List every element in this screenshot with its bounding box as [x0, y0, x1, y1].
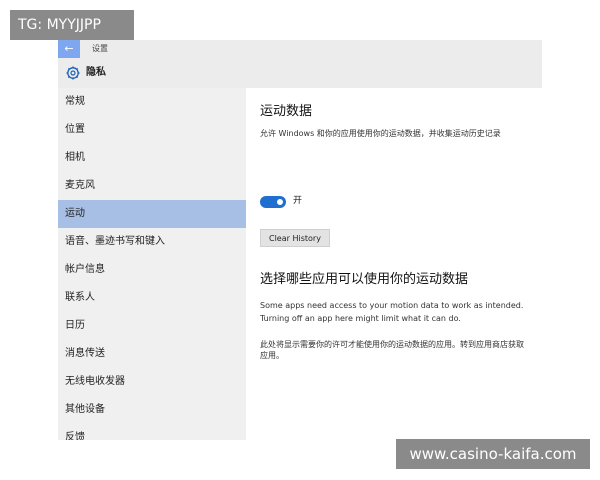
sidebar-item-motion[interactable]: 运动	[58, 200, 246, 228]
sidebar-item-other-devices[interactable]: 其他设备	[58, 396, 246, 424]
back-button[interactable]: ←	[58, 40, 80, 58]
section-title-choose-apps: 选择哪些应用可以使用你的运动数据	[260, 272, 469, 287]
sidebar: 常规 位置 相机 麦克风 运动 语音、墨迹书写和键入 帐户信息 联系人 日历 消…	[58, 88, 246, 440]
toggle-state-label: 开	[293, 196, 303, 206]
sidebar-item-feedback[interactable]: 反馈	[58, 424, 246, 440]
motion-data-toggle[interactable]	[260, 196, 286, 208]
sidebar-item-account-info[interactable]: 帐户信息	[58, 256, 246, 284]
window-title: 设置	[92, 44, 108, 53]
sidebar-item-contacts[interactable]: 联系人	[58, 284, 246, 312]
sidebar-item-location[interactable]: 位置	[58, 116, 246, 144]
page-header: 隐私	[58, 58, 542, 88]
watermark-bottom-right: www.casino-kaifa.com	[396, 439, 590, 469]
clear-history-button[interactable]: Clear History	[260, 229, 330, 247]
gear-icon	[66, 66, 80, 80]
sidebar-item-radios[interactable]: 无线电收发器	[58, 368, 246, 396]
arrow-left-icon: ←	[64, 42, 74, 55]
sidebar-item-calendar[interactable]: 日历	[58, 312, 246, 340]
settings-window: ← 设置 隐私 常规 位置 相机 麦克风 运动 语音、墨迹书写和键入 帐户信息 …	[58, 40, 542, 440]
motion-data-description: 允许 Windows 和你的应用使用你的运动数据，并收集运动历史记录	[260, 129, 501, 138]
sidebar-item-messaging[interactable]: 消息传送	[58, 340, 246, 368]
main-content: 运动数据 允许 Windows 和你的应用使用你的运动数据，并收集运动历史记录 …	[246, 88, 542, 440]
apps-access-description: Some apps need access to your motion dat…	[260, 301, 524, 323]
apps-store-note: 此处将显示需要你的许可才能使用你的运动数据的应用。转到应用商店获取应用。	[260, 340, 524, 360]
sidebar-item-speech-inking-typing[interactable]: 语音、墨迹书写和键入	[58, 228, 246, 256]
watermark-top-left: TG: MYYJJPP	[10, 10, 134, 40]
sidebar-item-general[interactable]: 常规	[58, 88, 246, 116]
title-bar: ← 设置	[58, 40, 542, 58]
section-title-motion-data: 运动数据	[260, 104, 313, 119]
page-title: 隐私	[86, 67, 106, 78]
sidebar-item-camera[interactable]: 相机	[58, 144, 246, 172]
sidebar-item-microphone[interactable]: 麦克风	[58, 172, 246, 200]
toggle-knob	[277, 199, 283, 205]
